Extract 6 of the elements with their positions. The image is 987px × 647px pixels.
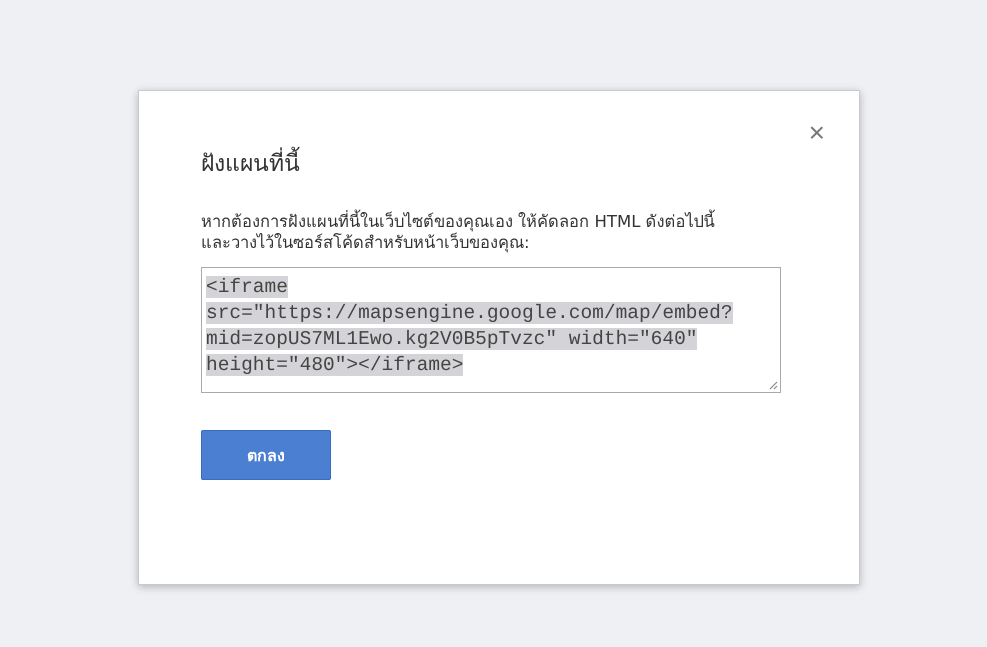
instruction-text: หากต้องการฝังแผนที่นี้ในเว็บไซต์ของคุณเอง ให้คัดลอก HTML ดังต่อไปนี้และวางไว้ในซอร์สโค้ดสำหรับหน้าเว็บของคุณ: (201, 211, 741, 253)
embed-code-field[interactable]: <iframe src="https://mapsengine.google.com/map/embed? mid=zopUS7ML1Ewo.kg2V0B5pTvzc" width="640" height="480"></iframe> (201, 267, 781, 393)
close-button[interactable]: × (804, 119, 829, 147)
dialog-title: ฝังแผนที่นี้ (201, 145, 300, 181)
resize-grip-icon[interactable] (768, 380, 778, 390)
ok-button[interactable]: ตกลง (201, 430, 331, 480)
